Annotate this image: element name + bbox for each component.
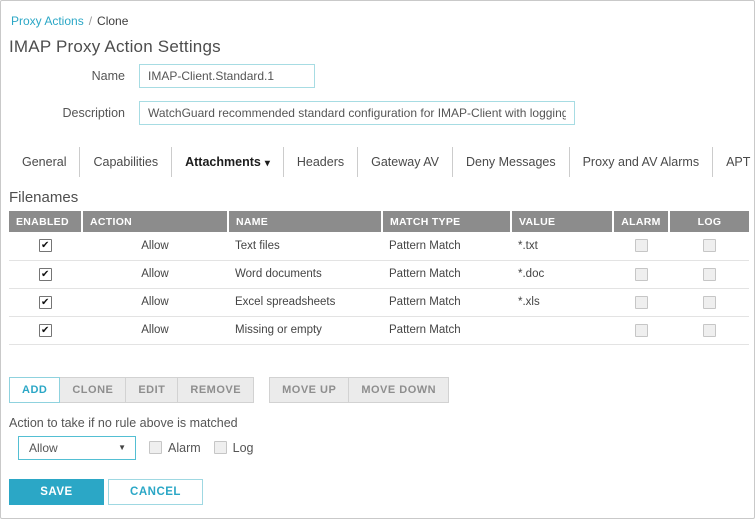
rule-toolbar: ADD CLONE EDIT REMOVE MOVE UP MOVE DOWN [9, 376, 754, 403]
enabled-checkbox[interactable]: ✔ [39, 295, 52, 309]
cell-value: *.doc [511, 260, 613, 289]
cell-name: Excel spreadsheets [228, 288, 382, 317]
tab-attachments-label: Attachments [185, 155, 261, 169]
add-button[interactable]: ADD [9, 376, 61, 403]
filenames-table: ENABLED ACTION NAME MATCH TYPE VALUE ALA… [9, 211, 749, 345]
cell-value: *.xls [511, 288, 613, 317]
log-checkbox[interactable]: ✔ [702, 295, 716, 309]
cell-value: *.txt [511, 232, 613, 261]
cell-match-type: Pattern Match [382, 316, 511, 345]
clone-button[interactable]: CLONE [59, 376, 127, 403]
check-icon: ✔ [41, 240, 50, 252]
alarm-checkbox[interactable]: ✔ [634, 323, 648, 337]
remove-button[interactable]: REMOVE [177, 376, 255, 403]
selected-option: Allow [29, 440, 58, 455]
tab-capabilities[interactable]: Capabilities [80, 147, 173, 177]
toolbar-gap [254, 377, 269, 403]
col-header-alarm: ALARM [613, 211, 670, 232]
default-alarm-checkbox[interactable]: ✔ [149, 441, 162, 454]
tab-general[interactable]: General [9, 147, 81, 177]
breadcrumb-current: Clone [97, 14, 129, 28]
tab-gateway-av[interactable]: Gateway AV [358, 147, 453, 177]
col-header-match-type: MATCH TYPE [382, 211, 512, 232]
enabled-checkbox[interactable]: ✔ [39, 323, 52, 337]
description-label: Description [62, 106, 125, 120]
default-action-select[interactable]: Allow ▼ [18, 435, 136, 460]
name-label: Name [91, 69, 125, 83]
check-icon: ✔ [41, 296, 50, 308]
cell-value [511, 316, 613, 345]
description-row: Description [1, 101, 754, 125]
cell-action: Allow [82, 260, 228, 289]
move-up-button[interactable]: MOVE UP [269, 376, 350, 403]
alarm-checkbox[interactable]: ✔ [634, 239, 648, 253]
cell-name: Text files [228, 232, 382, 261]
check-icon: ✔ [41, 324, 50, 336]
col-header-value: VALUE [511, 211, 614, 232]
log-option: ✔ Log [213, 440, 254, 455]
description-input[interactable] [139, 101, 575, 125]
log-checkbox-label: Log [232, 440, 254, 455]
table-row[interactable]: ✔ Allow Text files Pattern Match *.txt ✔… [9, 232, 749, 261]
alarm-checkbox-label: Alarm [168, 440, 201, 455]
tab-apt-blocker[interactable]: APT Blocker [713, 147, 754, 177]
cell-action: Allow [82, 316, 228, 345]
col-header-name: NAME [228, 211, 383, 232]
cell-match-type: Pattern Match [382, 288, 511, 317]
breadcrumb-separator: / [88, 14, 93, 28]
table-row[interactable]: ✔ Allow Word documents Pattern Match *.d… [9, 260, 749, 289]
table-row[interactable]: ✔ Allow Excel spreadsheets Pattern Match… [9, 288, 749, 317]
default-action-row: Allow ▼ ✔ Alarm ✔ Log [18, 435, 754, 460]
cell-match-type: Pattern Match [382, 232, 511, 261]
col-header-enabled: ENABLED [9, 211, 83, 232]
select-arrow-icon: ▼ [118, 443, 126, 452]
breadcrumb: Proxy Actions / Clone [11, 14, 754, 28]
enabled-checkbox[interactable]: ✔ [39, 239, 52, 253]
col-header-action: ACTION [82, 211, 229, 232]
col-header-log: LOG [669, 211, 749, 232]
name-row: Name [1, 64, 754, 88]
alarm-option: ✔ Alarm [149, 441, 201, 455]
alarm-checkbox[interactable]: ✔ [634, 295, 648, 309]
tab-attachments[interactable]: Attachments ▾ [172, 147, 284, 177]
section-title-filenames: Filenames [9, 189, 79, 206]
log-checkbox[interactable]: ✔ [702, 239, 716, 253]
table-row[interactable]: ✔ Allow Missing or empty Pattern Match ✔… [9, 316, 749, 345]
tab-bar: General Capabilities Attachments ▾ Header… [9, 147, 754, 177]
page-title: IMAP Proxy Action Settings [9, 37, 221, 56]
cancel-button[interactable]: CANCEL [108, 478, 203, 505]
imap-proxy-settings-page: Proxy Actions / Clone IMAP Proxy Action Se… [0, 0, 755, 519]
tab-proxy-and-av-alarms[interactable]: Proxy and AV Alarms [570, 147, 714, 177]
cell-action: Allow [82, 288, 228, 317]
save-button[interactable]: SAVE [9, 478, 104, 505]
tab-dropdown-arrow-icon: ▾ [264, 158, 270, 169]
edit-button[interactable]: EDIT [125, 376, 179, 403]
move-down-button[interactable]: MOVE DOWN [348, 376, 450, 403]
name-input[interactable] [139, 64, 315, 88]
footer-actions: SAVE CANCEL [9, 478, 754, 505]
cell-action: Allow [82, 232, 228, 261]
cell-name: Word documents [228, 260, 382, 289]
cell-match-type: Pattern Match [382, 260, 511, 289]
log-checkbox[interactable]: ✔ [702, 323, 716, 337]
tab-deny-messages[interactable]: Deny Messages [453, 147, 570, 177]
default-log-checkbox[interactable]: ✔ [213, 441, 227, 454]
tab-headers[interactable]: Headers [284, 147, 359, 177]
default-action-label: Action to take if no rule above is match… [9, 415, 238, 430]
table-header-row: ENABLED ACTION NAME MATCH TYPE VALUE ALA… [9, 211, 749, 232]
alarm-checkbox[interactable]: ✔ [634, 267, 648, 281]
log-checkbox[interactable]: ✔ [702, 267, 716, 281]
check-icon: ✔ [41, 268, 50, 280]
breadcrumb-link-proxy-actions[interactable]: Proxy Actions [11, 14, 84, 28]
enabled-checkbox[interactable]: ✔ [39, 267, 52, 281]
cell-name: Missing or empty [228, 316, 382, 345]
